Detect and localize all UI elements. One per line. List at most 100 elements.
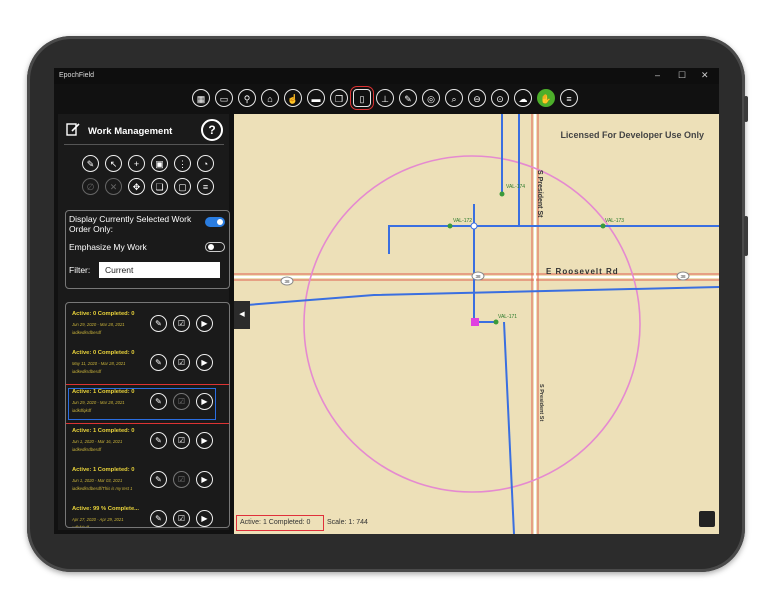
valve-node[interactable] [493, 319, 499, 325]
scale-readout: Scale: 1: 744 [327, 515, 387, 531]
map-layout-icon[interactable] [699, 511, 715, 527]
help-icon[interactable]: ? [201, 119, 223, 141]
edit-work-order-icon[interactable]: ✎ [150, 354, 167, 371]
license-watermark: Licensed For Developer Use Only [560, 130, 704, 140]
maximize-button[interactable]: ☐ [678, 70, 686, 81]
layout-icon[interactable]: ▢ [174, 178, 191, 195]
pencil-icon[interactable]: ✎ [82, 155, 99, 172]
edit-icon[interactable]: ✎ [399, 89, 417, 107]
checklist-icon[interactable]: ☑ [173, 393, 190, 410]
map-canvas: 38 38 38 VAL-174 VAL-172 VAL-173 VAL-171… [234, 114, 719, 534]
work-order-status: Active: 0 Completed: 0 [72, 350, 135, 356]
panel-header: Work Management ? [58, 114, 229, 148]
settings-box: Display Currently Selected Work Order On… [65, 210, 230, 289]
work-order-dates: May 11, 2020 - Mar 28, 2021 [72, 361, 126, 366]
edit-work-order-icon[interactable]: ✎ [150, 393, 167, 410]
vehicle-icon[interactable]: ▬ [307, 89, 325, 107]
valve-label: VAL-174 [506, 184, 525, 190]
play-icon[interactable]: ▶ [196, 393, 213, 410]
selected-node[interactable] [471, 318, 479, 326]
search-icon[interactable]: ⌕ [445, 89, 463, 107]
list-icon[interactable]: ≡ [197, 178, 214, 195]
locate-icon[interactable]: ⚲ [238, 89, 256, 107]
copy-icon[interactable]: ❏ [151, 178, 168, 195]
display-selected-toggle[interactable] [205, 217, 225, 227]
work-order-status: Active: 1 Completed: 0 [72, 428, 135, 434]
work-order-dates: Jun 1, 2020 - Mar 16, 2021 [72, 439, 123, 444]
more-vertical-icon[interactable]: ⋮ [174, 155, 191, 172]
layers-icon[interactable]: ▦ [192, 89, 210, 107]
checklist-icon[interactable]: ☑ [173, 471, 190, 488]
scale-label: Scale: [327, 519, 347, 526]
route-shield-label: 38 [475, 274, 481, 279]
grid-icon[interactable]: ▣ [151, 155, 168, 172]
globe-icon[interactable]: ◔ [197, 155, 214, 172]
book-icon[interactable]: ❐ [330, 89, 348, 107]
edit-work-order-icon[interactable]: ✎ [150, 510, 167, 527]
zoom-out-icon[interactable]: ⊖ [468, 89, 486, 107]
work-order-item[interactable]: Active: 1 Completed: 0 Jun 29, 2020 - Mar… [66, 384, 229, 424]
screen-icon[interactable]: ▭ [215, 89, 233, 107]
hardware-button [744, 96, 748, 122]
valve-node[interactable] [447, 223, 453, 229]
zoom-extent-icon[interactable]: ⊙ [491, 89, 509, 107]
hand-pointer-icon[interactable]: ☝ [284, 89, 302, 107]
cloud-upload-icon[interactable]: ☁ [514, 89, 532, 107]
route-shield-label: 38 [680, 274, 686, 279]
emphasize-label: Emphasize My Work [69, 242, 147, 252]
valve-label: VAL-172 [453, 218, 472, 224]
measure-icon[interactable]: ⊥ [376, 89, 394, 107]
edit-work-order-icon[interactable]: ✎ [150, 432, 167, 449]
edit-work-order-icon[interactable]: ✎ [150, 315, 167, 332]
play-icon[interactable]: ▶ [196, 315, 213, 332]
edit-work-order-icon[interactable]: ✎ [150, 471, 167, 488]
valve-node[interactable] [600, 223, 606, 229]
play-icon[interactable]: ▶ [196, 354, 213, 371]
clipboard-edit-icon [66, 123, 80, 136]
collapse-panel-button[interactable]: ◀ [234, 301, 250, 329]
valve-node[interactable] [499, 191, 505, 197]
work-order-item[interactable]: Active: 0 Completed: 0 Jun 29, 2020 - Mar… [66, 307, 229, 345]
home-search-icon[interactable]: ⌂ [261, 89, 279, 107]
checklist-icon[interactable]: ☑ [173, 354, 190, 371]
filter-label: Filter: [69, 265, 91, 275]
menu-icon[interactable]: ≡ [560, 89, 578, 107]
close-button[interactable]: ✕ [701, 70, 709, 81]
work-summary: Active: 1 Completed: 0 [236, 515, 324, 531]
work-order-item[interactable]: Active: 1 Completed: 0 Jun 1, 2020 - Mar … [66, 424, 229, 462]
clipboard-icon[interactable]: ▯ [350, 86, 374, 110]
play-icon[interactable]: ▶ [196, 432, 213, 449]
emphasize-toggle[interactable] [205, 242, 225, 252]
valve-label: VAL-171 [498, 314, 517, 320]
work-order-owner: xdfsfdsdf [72, 525, 89, 528]
play-icon[interactable]: ▶ [196, 510, 213, 527]
road-label: E Roosevelt Rd [546, 267, 619, 276]
checklist-icon[interactable]: ☑ [173, 510, 190, 527]
work-order-status: Active: 1 Completed: 0 [72, 389, 135, 395]
title-bar: EpochField – ☐ ✕ [54, 68, 719, 84]
disabled-icon[interactable]: ∅ [82, 178, 99, 195]
divider [64, 144, 224, 145]
work-order-owner: iadkedksdbesdf/This is my test 1 [72, 486, 133, 491]
work-order-item[interactable]: Active: 1 Completed: 0 Jun 1, 2020 - Mar … [66, 463, 229, 501]
compass-icon[interactable]: ◎ [422, 89, 440, 107]
cancel-icon[interactable]: ✕ [105, 178, 122, 195]
work-order-dates: Jun 29, 2020 - Mar 28, 2021 [72, 322, 125, 327]
work-order-dates: Jun 29, 2020 - Mar 28, 2021 [72, 400, 125, 405]
checklist-icon[interactable]: ☑ [173, 432, 190, 449]
add-icon[interactable]: + [128, 155, 145, 172]
cursor-icon[interactable]: ↖ [105, 155, 122, 172]
work-order-status: Active: 99 % Complete... [72, 506, 140, 512]
work-order-item[interactable]: Active: 0 Completed: 0 May 11, 2020 - Mar… [66, 346, 229, 384]
move-icon[interactable]: ✥ [128, 178, 145, 195]
work-order-owner: iadkdfqkdf [72, 408, 92, 413]
checklist-icon[interactable]: ☑ [173, 315, 190, 332]
road-label: S President St [536, 170, 543, 218]
play-icon[interactable]: ▶ [196, 471, 213, 488]
work-order-item[interactable]: Active: 99 % Complete... Apr 27, 2020 - A… [66, 502, 229, 528]
route-shield-label: 38 [284, 279, 290, 284]
minimize-button[interactable]: – [655, 70, 660, 80]
hand-icon[interactable]: ✋ [537, 89, 555, 107]
filter-input[interactable] [99, 262, 220, 278]
map-view[interactable]: 38 38 38 VAL-174 VAL-172 VAL-173 VAL-171… [234, 114, 719, 534]
